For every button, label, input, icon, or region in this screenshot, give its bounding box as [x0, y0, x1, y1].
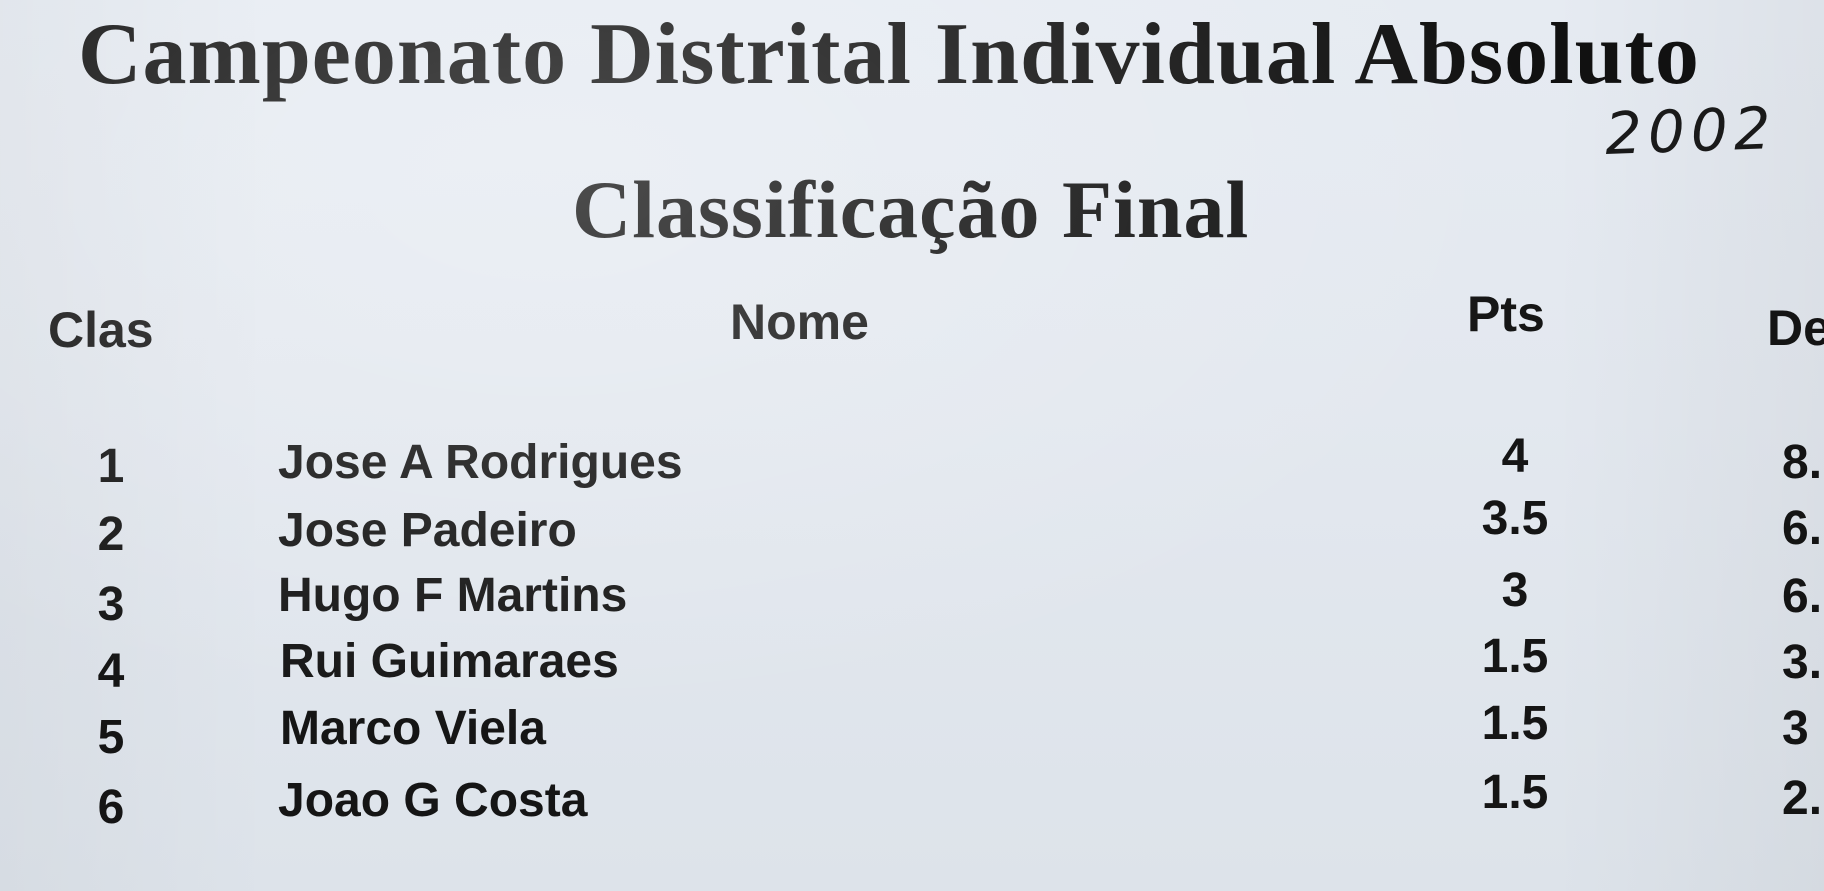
document-page: Campeonato Distrital Individual Absoluto… [0, 0, 1824, 891]
points-cell: 4 [1501, 430, 1529, 483]
rank-cell: 5 [97, 711, 125, 764]
header-pts: Pts [1467, 286, 1545, 342]
header-clas: Clas [48, 302, 154, 358]
header-de: De [1767, 300, 1824, 356]
rank-cell: 6 [97, 781, 125, 834]
tiebreak-cell: 8. [1782, 436, 1823, 489]
player-name-cell: Joao G Costa [278, 774, 588, 827]
tiebreak-cell: 6. [1782, 502, 1823, 555]
tiebreak-cell: 6. [1782, 570, 1823, 623]
player-name-cell: Marco Viela [280, 702, 546, 755]
rank-cell: 1 [97, 440, 125, 493]
tiebreak-cell: 2. [1782, 772, 1823, 825]
tiebreak-cell: 3. [1782, 636, 1823, 689]
points-cell: 1.5 [1481, 697, 1549, 750]
points-cell: 3 [1501, 564, 1529, 617]
player-name-cell: Jose Padeiro [278, 504, 577, 557]
document-subtitle: Classificação Final [572, 164, 1250, 255]
points-cell: 3.5 [1481, 492, 1549, 545]
points-cell: 1.5 [1481, 766, 1549, 819]
tiebreak-cell: 3 [1782, 702, 1809, 755]
player-name-cell: Rui Guimaraes [280, 635, 619, 688]
rank-cell: 3 [97, 578, 125, 631]
player-name-cell: Jose A Rodrigues [278, 436, 683, 489]
rank-cell: 2 [97, 508, 125, 561]
handwritten-year: 2002 [1603, 94, 1778, 168]
document-title: Campeonato Distrital Individual Absoluto [78, 6, 1700, 103]
points-cell: 1.5 [1481, 630, 1549, 683]
player-name-cell: Hugo F Martins [278, 569, 628, 622]
header-nome: Nome [730, 294, 869, 350]
rank-cell: 4 [97, 645, 125, 698]
